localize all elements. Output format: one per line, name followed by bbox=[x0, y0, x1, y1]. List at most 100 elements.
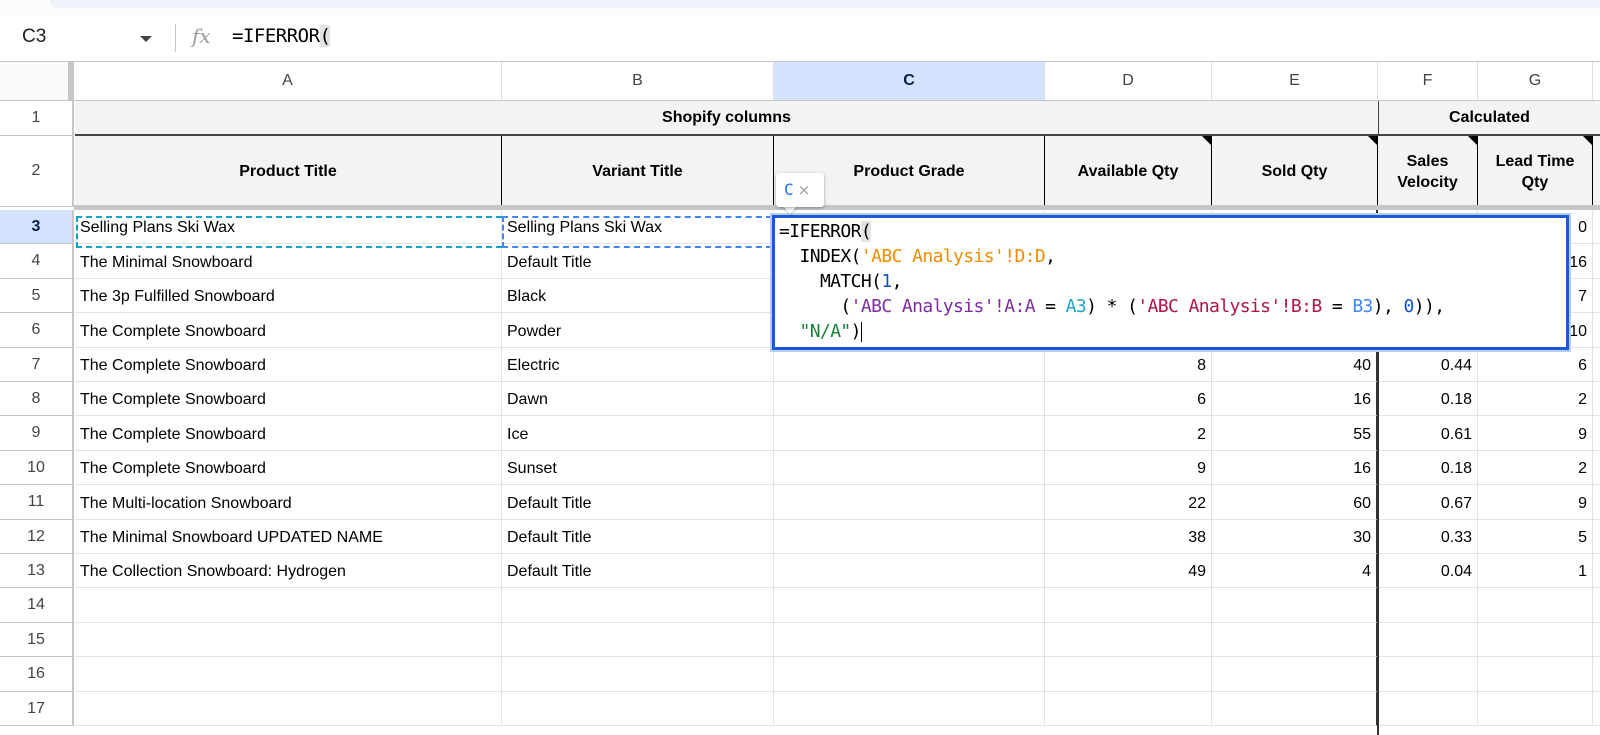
cell-available-qty[interactable]: 6 bbox=[1045, 382, 1212, 416]
cell-product-grade[interactable] bbox=[774, 554, 1045, 588]
cell-h[interactable] bbox=[1593, 623, 1600, 657]
cell-lead-time-qty[interactable]: 2 bbox=[1478, 382, 1593, 416]
column-header-d[interactable]: D bbox=[1045, 62, 1212, 101]
row-header-1[interactable]: 1 bbox=[0, 101, 74, 136]
cell-product-grade[interactable] bbox=[774, 692, 1045, 726]
cell-product-title[interactable]: The Complete Snowboard bbox=[75, 348, 502, 382]
cell-variant-title[interactable] bbox=[502, 692, 774, 726]
column-header-b[interactable]: B bbox=[502, 62, 774, 101]
name-box[interactable]: C3 bbox=[22, 26, 46, 48]
formula-input[interactable]: =IFERROR( bbox=[232, 25, 331, 47]
cell-variant-title[interactable] bbox=[502, 657, 774, 692]
cell-available-qty[interactable] bbox=[1045, 588, 1212, 623]
cell-h[interactable] bbox=[1593, 657, 1600, 692]
cell-available-qty[interactable]: 38 bbox=[1045, 520, 1212, 554]
cell-available-qty[interactable]: 8 bbox=[1045, 348, 1212, 382]
cell-lead-time-qty[interactable] bbox=[1478, 623, 1593, 657]
row-header-7[interactable]: 7 bbox=[0, 348, 74, 382]
cell-product-grade[interactable] bbox=[774, 348, 1045, 382]
cell-lead-time-qty[interactable]: 2 bbox=[1478, 451, 1593, 485]
cell-lead-time-qty[interactable]: 9 bbox=[1478, 485, 1593, 520]
cell-available-qty[interactable]: 9 bbox=[1045, 451, 1212, 485]
cell-product-grade[interactable] bbox=[774, 657, 1045, 692]
cell-h[interactable] bbox=[1593, 451, 1600, 485]
cell-product-title[interactable]: The Complete Snowboard bbox=[75, 382, 502, 416]
cell-sold-qty[interactable]: 4 bbox=[1212, 554, 1378, 588]
cell-variant-title[interactable]: Default Title bbox=[502, 554, 774, 588]
cell-variant-title[interactable]: Electric bbox=[502, 348, 774, 382]
cell-product-grade[interactable] bbox=[774, 520, 1045, 554]
column-header-h[interactable] bbox=[1593, 62, 1600, 101]
cell-available-qty[interactable] bbox=[1045, 692, 1212, 726]
note-indicator-icon[interactable] bbox=[1368, 136, 1378, 146]
cell-available-qty[interactable] bbox=[1045, 657, 1212, 692]
cell-sales-velocity[interactable] bbox=[1378, 692, 1478, 726]
row-header-14[interactable]: 14 bbox=[0, 588, 74, 623]
cell-sales-velocity[interactable]: 0.04 bbox=[1378, 554, 1478, 588]
row-header-6[interactable]: 6 bbox=[0, 313, 74, 348]
cell-product-title[interactable]: Selling Plans Ski Wax bbox=[75, 210, 502, 244]
cell-sold-qty[interactable] bbox=[1212, 588, 1378, 623]
cell-h[interactable] bbox=[1593, 210, 1600, 244]
cell-sold-qty[interactable]: 30 bbox=[1212, 520, 1378, 554]
cell-available-qty[interactable] bbox=[1045, 623, 1212, 657]
cell-lead-time-qty[interactable]: 1 bbox=[1478, 554, 1593, 588]
cell-lead-time-qty[interactable]: 5 bbox=[1478, 520, 1593, 554]
cell-sales-velocity[interactable] bbox=[1378, 588, 1478, 623]
row-header-9[interactable]: 9 bbox=[0, 416, 74, 451]
cell-variant-title[interactable]: Powder bbox=[502, 313, 774, 348]
column-header-f[interactable]: F bbox=[1378, 62, 1478, 101]
cell-variant-title[interactable] bbox=[502, 588, 774, 623]
cell-formula-editor[interactable]: =IFERROR( INDEX('ABC Analysis'!D:D, MATC… bbox=[772, 215, 1569, 350]
cell-available-qty[interactable]: 49 bbox=[1045, 554, 1212, 588]
cell-sales-velocity[interactable]: 0.18 bbox=[1378, 382, 1478, 416]
cell-h[interactable] bbox=[1593, 554, 1600, 588]
cell-h[interactable] bbox=[1593, 692, 1600, 726]
cell-sales-velocity[interactable]: 0.61 bbox=[1378, 416, 1478, 451]
cell-variant-title[interactable]: Black bbox=[502, 279, 774, 313]
name-box-dropdown-icon[interactable] bbox=[140, 36, 152, 42]
cell-product-title[interactable]: The Complete Snowboard bbox=[75, 451, 502, 485]
cell-sold-qty[interactable]: 60 bbox=[1212, 485, 1378, 520]
cell-variant-title[interactable]: Selling Plans Ski Wax bbox=[502, 210, 774, 244]
cell-product-title[interactable]: The Minimal Snowboard UPDATED NAME bbox=[75, 520, 502, 554]
cell-sales-velocity[interactable] bbox=[1378, 623, 1478, 657]
cell-h[interactable] bbox=[1593, 416, 1600, 451]
row-header-16[interactable]: 16 bbox=[0, 657, 74, 692]
cell-lead-time-qty[interactable] bbox=[1478, 692, 1593, 726]
cell-sold-qty[interactable]: 16 bbox=[1212, 382, 1378, 416]
note-indicator-icon[interactable] bbox=[1583, 136, 1593, 146]
cell-product-title[interactable] bbox=[75, 657, 502, 692]
cell-h[interactable] bbox=[1593, 279, 1600, 313]
cell-product-grade[interactable] bbox=[774, 485, 1045, 520]
cell-product-title[interactable]: The Complete Snowboard bbox=[75, 313, 502, 348]
cell-available-qty[interactable]: 2 bbox=[1045, 416, 1212, 451]
cell-sold-qty[interactable]: 55 bbox=[1212, 416, 1378, 451]
note-indicator-icon[interactable] bbox=[1468, 136, 1478, 146]
cell-variant-title[interactable] bbox=[502, 623, 774, 657]
cell-sales-velocity[interactable] bbox=[1378, 657, 1478, 692]
close-icon[interactable]: × bbox=[798, 181, 811, 199]
cell-h[interactable] bbox=[1593, 382, 1600, 416]
row-header-15[interactable]: 15 bbox=[0, 623, 74, 657]
cell-sales-velocity[interactable]: 0.18 bbox=[1378, 451, 1478, 485]
cell-variant-title[interactable]: Default Title bbox=[502, 485, 774, 520]
row-header-8[interactable]: 8 bbox=[0, 382, 74, 416]
cell-sales-velocity[interactable]: 0.44 bbox=[1378, 348, 1478, 382]
cell-product-title[interactable]: The Minimal Snowboard bbox=[75, 244, 502, 279]
row-header-17[interactable]: 17 bbox=[0, 692, 74, 726]
row-header-3[interactable]: 3 bbox=[0, 210, 74, 244]
cell-product-grade[interactable] bbox=[774, 623, 1045, 657]
cell-sales-velocity[interactable]: 0.67 bbox=[1378, 485, 1478, 520]
column-header-c[interactable]: C bbox=[774, 62, 1045, 101]
note-indicator-icon[interactable] bbox=[1202, 136, 1212, 146]
cell-sold-qty[interactable] bbox=[1212, 623, 1378, 657]
row-header-5[interactable]: 5 bbox=[0, 279, 74, 313]
cell-variant-title[interactable]: Ice bbox=[502, 416, 774, 451]
cell-h[interactable] bbox=[1593, 520, 1600, 554]
cell-product-title[interactable]: The Collection Snowboard: Hydrogen bbox=[75, 554, 502, 588]
cell-lead-time-qty[interactable] bbox=[1478, 588, 1593, 623]
row-header-4[interactable]: 4 bbox=[0, 244, 74, 279]
cell-lead-time-qty[interactable]: 6 bbox=[1478, 348, 1593, 382]
cell-h[interactable] bbox=[1593, 588, 1600, 623]
